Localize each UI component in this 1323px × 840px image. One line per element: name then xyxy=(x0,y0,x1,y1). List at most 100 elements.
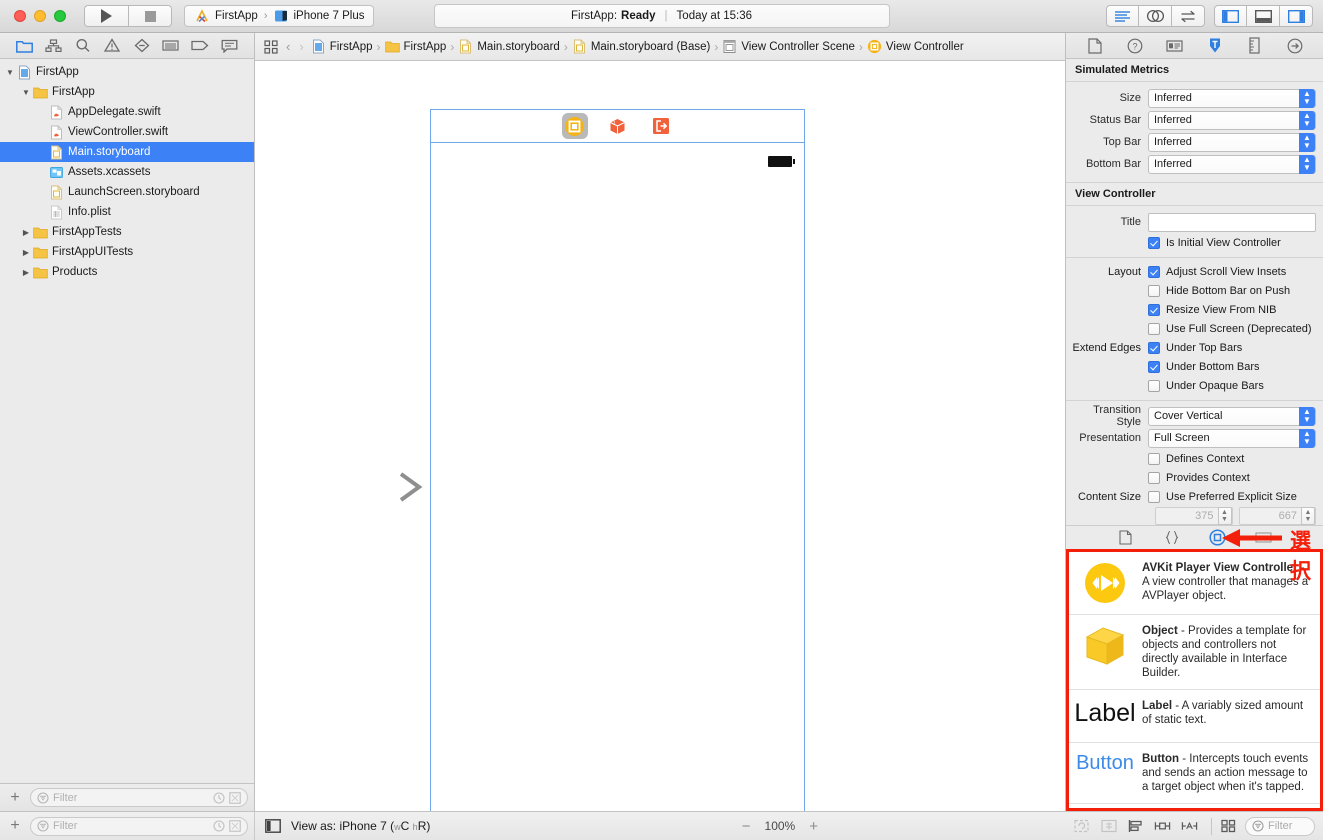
close-window-button[interactable] xyxy=(14,10,26,22)
library-item[interactable]: Object - Provides a template for objects… xyxy=(1069,615,1320,690)
disclosure-triangle-icon[interactable]: ▶ xyxy=(20,268,32,277)
find-navigator-tab[interactable] xyxy=(73,37,93,55)
disclosure-triangle-icon[interactable]: ▼ xyxy=(4,68,16,77)
presentation-select[interactable]: Full Screen ▲ ▼ xyxy=(1148,428,1316,448)
option-checkbox[interactable] xyxy=(1148,361,1160,373)
breakpoint-navigator-tab[interactable] xyxy=(190,37,210,55)
breadcrumb-item[interactable]: FirstApp xyxy=(384,39,446,54)
zoom-in-button[interactable]: + xyxy=(809,819,818,834)
navigator-filter-input[interactable]: Filter xyxy=(30,788,248,807)
pin-button[interactable] xyxy=(1154,819,1171,834)
checkbox-row[interactable]: Under Opaque Bars xyxy=(1066,377,1323,395)
file-tree-row[interactable]: ▼ FirstApp xyxy=(0,62,254,82)
use-preferred-size-checkbox[interactable] xyxy=(1148,491,1160,503)
provides-context-checkbox[interactable] xyxy=(1148,472,1160,484)
source-control-filter-icon[interactable] xyxy=(229,791,241,804)
stepper-icon[interactable]: ▲ ▼ xyxy=(1301,507,1315,525)
title-input[interactable] xyxy=(1148,212,1316,232)
zoom-out-button[interactable]: − xyxy=(742,819,751,834)
file-tree-row[interactable]: ▶ Products xyxy=(0,262,254,282)
disclosure-triangle-icon[interactable]: ▼ xyxy=(20,88,32,97)
simulated-metric-select[interactable]: Inferred ▲ ▼ xyxy=(1148,154,1316,174)
library-item[interactable]: Label Label - A variably sized amount of … xyxy=(1069,690,1320,743)
option-checkbox[interactable] xyxy=(1148,304,1160,316)
assistant-editor-button[interactable] xyxy=(1139,5,1172,27)
file-tree-row[interactable]: ▶ FirstAppUITests xyxy=(0,242,254,262)
option-checkbox[interactable] xyxy=(1148,285,1160,297)
attributes-inspector-tab[interactable] xyxy=(1206,37,1224,55)
debug-area-toggle-button[interactable] xyxy=(1247,5,1280,27)
file-tree-row[interactable]: LaunchScreen.storyboard xyxy=(0,182,254,202)
simulated-metric-select[interactable]: Inferred ▲ ▼ xyxy=(1148,110,1316,130)
file-tree-row[interactable]: ViewController.swift xyxy=(0,122,254,142)
interface-builder-canvas[interactable]: 1 xyxy=(255,61,1065,811)
checkbox-row[interactable]: Extend Edges Under Top Bars xyxy=(1066,339,1323,357)
view-controller-scene[interactable]: 1 xyxy=(430,109,805,811)
scheme-selector[interactable]: FirstApp › iPhone 7 Plus xyxy=(184,5,375,27)
version-editor-button[interactable] xyxy=(1172,5,1205,27)
scene-dock-exit[interactable] xyxy=(648,113,674,139)
navigator-filter-input-bottom[interactable]: Filter xyxy=(30,816,248,836)
disclosure-triangle-icon[interactable]: ▶ xyxy=(20,248,32,257)
add-file-button-bottom[interactable]: + xyxy=(6,818,24,834)
file-tree-row[interactable]: Assets.xcassets xyxy=(0,162,254,182)
device-panel-icon[interactable] xyxy=(265,819,281,833)
file-tree-row[interactable]: ▼ FirstApp xyxy=(0,82,254,102)
add-file-button[interactable]: + xyxy=(6,789,24,806)
file-tree-row[interactable]: Info.plist xyxy=(0,202,254,222)
breadcrumb-item[interactable]: Main.storyboard xyxy=(458,39,560,54)
scene-dock-first-responder[interactable]: 1 xyxy=(605,113,631,139)
library-item[interactable]: 1 2 Segmented Control - Displays multipl… xyxy=(1069,804,1320,808)
go-forward-button[interactable]: › xyxy=(297,39,305,54)
issue-navigator-tab[interactable] xyxy=(102,37,122,55)
file-inspector-tab[interactable] xyxy=(1086,37,1104,55)
embed-in-button[interactable] xyxy=(1100,819,1117,834)
standard-editor-button[interactable] xyxy=(1106,5,1139,27)
option-checkbox[interactable] xyxy=(1148,342,1160,354)
simulated-metric-select[interactable]: Inferred ▲ ▼ xyxy=(1148,88,1316,108)
breadcrumb-item[interactable]: Main.storyboard (Base) xyxy=(572,39,710,54)
checkbox-row[interactable]: Use Full Screen (Deprecated) xyxy=(1066,320,1323,338)
recent-clock-icon[interactable] xyxy=(213,820,225,832)
defines-context-checkbox[interactable] xyxy=(1148,453,1160,465)
recent-clock-icon[interactable] xyxy=(213,791,225,804)
scene-dock-view-controller[interactable] xyxy=(561,113,588,139)
quick-help-inspector-tab[interactable]: ? xyxy=(1126,37,1144,55)
run-button[interactable] xyxy=(84,5,128,27)
file-tree-row[interactable]: ▶ FirstAppTests xyxy=(0,222,254,242)
disclosure-triangle-icon[interactable]: ▶ xyxy=(20,228,32,237)
library-item[interactable]: Button Button - Intercepts touch events a… xyxy=(1069,743,1320,804)
object-library-list[interactable]: AVKit Player View Controller - A view co… xyxy=(1066,549,1323,811)
simulated-metric-select[interactable]: Inferred ▲ ▼ xyxy=(1148,132,1316,152)
defines-context-row[interactable]: Defines Context xyxy=(1066,450,1323,468)
transition-style-select[interactable]: Cover Vertical ▲ ▼ xyxy=(1148,406,1316,426)
breadcrumb-item[interactable]: View Controller xyxy=(867,39,964,54)
project-navigator-tab[interactable] xyxy=(15,37,35,55)
file-tree-row[interactable]: Main.storyboard xyxy=(0,142,254,162)
update-frames-button[interactable] xyxy=(1073,819,1090,834)
option-checkbox[interactable] xyxy=(1148,380,1160,392)
checkbox-row[interactable]: Under Bottom Bars xyxy=(1066,358,1323,376)
library-item[interactable]: AVKit Player View Controller - A view co… xyxy=(1069,552,1320,615)
file-tree-row[interactable]: AppDelegate.swift xyxy=(0,102,254,122)
option-checkbox[interactable] xyxy=(1148,266,1160,278)
object-library-tab[interactable] xyxy=(1209,529,1227,547)
debug-navigator-tab[interactable] xyxy=(161,37,181,55)
resolve-issues-button[interactable] xyxy=(1181,819,1198,834)
source-control-navigator-tab[interactable] xyxy=(44,37,64,55)
navigator-toggle-button[interactable] xyxy=(1214,5,1247,27)
is-initial-checkbox[interactable] xyxy=(1148,237,1160,249)
code-snippet-library-tab[interactable] xyxy=(1163,529,1181,547)
media-library-tab[interactable] xyxy=(1255,529,1273,547)
checkbox-row[interactable]: Resize View From NIB xyxy=(1066,301,1323,319)
option-checkbox[interactable] xyxy=(1148,323,1160,335)
connections-inspector-tab[interactable] xyxy=(1286,37,1304,55)
size-inspector-tab[interactable] xyxy=(1246,37,1264,55)
checkbox-row[interactable]: Layout Adjust Scroll View Insets xyxy=(1066,263,1323,281)
go-back-button[interactable]: ‹ xyxy=(284,39,292,54)
content-size-row[interactable]: Content Size Use Preferred Explicit Size xyxy=(1066,488,1323,506)
is-initial-row[interactable]: Is Initial View Controller xyxy=(1066,234,1323,252)
align-button[interactable] xyxy=(1127,819,1144,834)
report-navigator-tab[interactable] xyxy=(219,37,239,55)
library-grid-button[interactable] xyxy=(1219,819,1238,833)
